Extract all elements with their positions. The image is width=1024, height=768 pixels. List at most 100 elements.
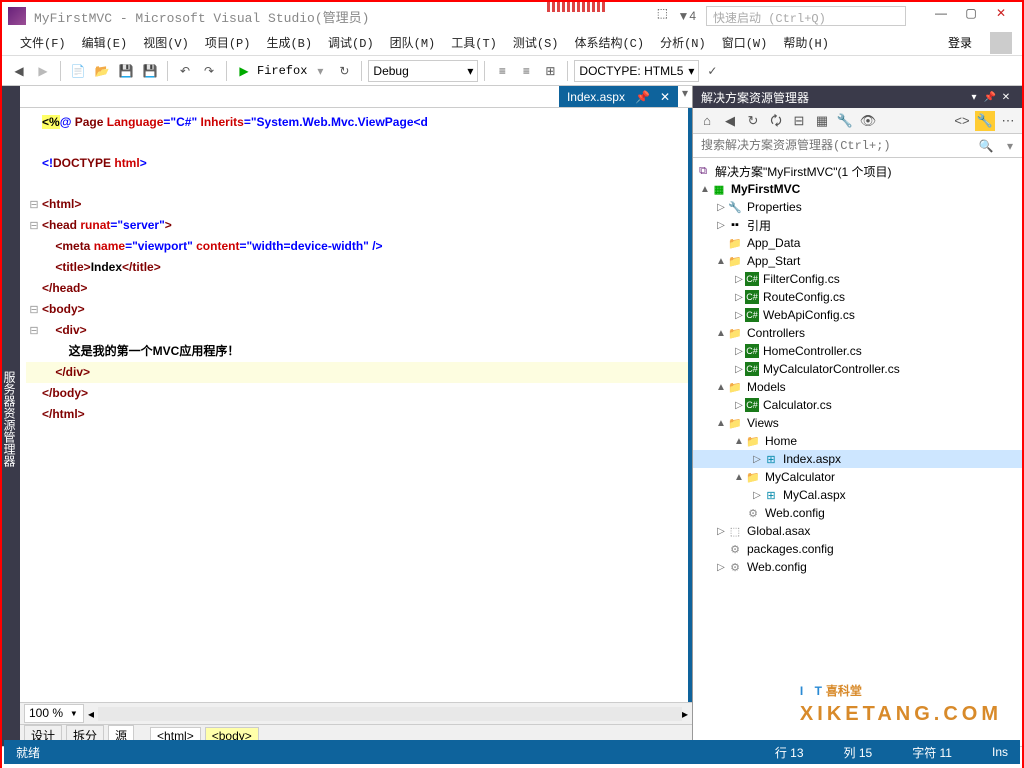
hscrollbar[interactable]: [98, 707, 682, 721]
tb-wrench-icon[interactable]: 🔧: [975, 111, 995, 131]
node-webconfig[interactable]: ▷⚙Web.config: [693, 558, 1022, 576]
menu-help[interactable]: 帮助(H): [775, 30, 837, 55]
tb-sync-icon[interactable]: ↻: [743, 111, 763, 131]
node-views[interactable]: ▲📁Views: [693, 414, 1022, 432]
new-project-button[interactable]: 📄: [67, 60, 89, 82]
redo-button[interactable]: ↷: [198, 60, 220, 82]
tab-close-icon[interactable]: ✕: [660, 90, 670, 104]
node-filterconfig[interactable]: ▷C#FilterConfig.cs: [693, 270, 1022, 288]
nav-forward-button[interactable]: ▶: [32, 60, 54, 82]
node-homecontroller[interactable]: ▷C#HomeController.cs: [693, 342, 1022, 360]
fold-toggle[interactable]: ⊟: [26, 321, 42, 341]
tb-back-icon[interactable]: ◀: [720, 111, 740, 131]
tb-code-icon[interactable]: <>: [952, 111, 972, 131]
menu-view[interactable]: 视图(V): [135, 30, 197, 55]
node-mycalculator[interactable]: ▲📁MyCalculator: [693, 468, 1022, 486]
tab-list-dropdown[interactable]: ▾: [678, 86, 692, 107]
tab-index-aspx[interactable]: Index.aspx 📌 ✕: [559, 86, 678, 107]
open-file-button[interactable]: 📂: [91, 60, 113, 82]
node-calculator[interactable]: ▷C#Calculator.cs: [693, 396, 1022, 414]
save-all-button[interactable]: 💾: [139, 60, 161, 82]
menu-team[interactable]: 团队(M): [382, 30, 444, 55]
user-avatar-icon[interactable]: [990, 32, 1012, 54]
node-webapiconfig[interactable]: ▷C#WebApiConfig.cs: [693, 306, 1022, 324]
menu-build[interactable]: 生成(B): [258, 30, 320, 55]
node-models[interactable]: ▲📁Models: [693, 378, 1022, 396]
node-calccontroller[interactable]: ▷C#MyCalculatorController.cs: [693, 360, 1022, 378]
quick-launch-input[interactable]: 快速启动 (Ctrl+Q): [706, 6, 906, 26]
node-global-asax[interactable]: ▷⬚Global.asax: [693, 522, 1022, 540]
solution-search-input[interactable]: [693, 135, 974, 157]
menu-project[interactable]: 项目(P): [197, 30, 259, 55]
menu-tools[interactable]: 工具(T): [443, 30, 505, 55]
node-controllers[interactable]: ▲📁Controllers: [693, 324, 1022, 342]
menu-arch[interactable]: 体系结构(C): [566, 30, 652, 55]
uncomment-button[interactable]: ≡: [515, 60, 537, 82]
comment-button[interactable]: ≡: [491, 60, 513, 82]
scroll-left[interactable]: ◂: [88, 707, 98, 721]
menu-debug[interactable]: 调试(D): [320, 30, 382, 55]
status-char: 字符 11: [912, 744, 952, 761]
format-button[interactable]: ⊞: [539, 60, 561, 82]
project-node[interactable]: ▲▦MyFirstMVC: [693, 180, 1022, 198]
vs-logo-icon: [8, 7, 26, 25]
sign-in-button[interactable]: 登录: [938, 30, 982, 55]
undo-button[interactable]: ↶: [174, 60, 196, 82]
scroll-right[interactable]: ▸: [682, 707, 692, 721]
close-button[interactable]: ✕: [986, 6, 1016, 26]
validate-button[interactable]: ✓: [701, 60, 723, 82]
solution-root[interactable]: ⧉解决方案"MyFirstMVC"(1 个项目): [693, 162, 1022, 180]
node-packages-config[interactable]: ⚙packages.config: [693, 540, 1022, 558]
node-mycal-aspx[interactable]: ▷⊞MyCal.aspx: [693, 486, 1022, 504]
tb-home-icon[interactable]: ⌂: [697, 111, 717, 131]
pin-panel-icon[interactable]: 📌: [982, 92, 998, 103]
node-appdata[interactable]: 📁App_Data: [693, 234, 1022, 252]
start-debug-button[interactable]: ▶: [233, 60, 255, 82]
server-explorer-tab[interactable]: 服务器资源管理器: [0, 92, 20, 746]
node-webconfig-views[interactable]: ⚙Web.config: [693, 504, 1022, 522]
menu-test[interactable]: 测试(S): [505, 30, 567, 55]
menu-window[interactable]: 窗口(W): [714, 30, 776, 55]
code-editor[interactable]: <%@ Page Language="C#" Inherits="System.…: [20, 108, 692, 702]
browser-label[interactable]: Firefox: [257, 64, 307, 78]
panel-dropdown-icon[interactable]: ▾: [966, 92, 982, 103]
search-options-icon[interactable]: ▾: [998, 139, 1022, 153]
node-index-aspx[interactable]: ▷⊞Index.aspx: [693, 450, 1022, 468]
close-panel-icon[interactable]: ✕: [998, 92, 1014, 103]
pin-icon[interactable]: 📌: [635, 90, 650, 104]
minimize-button[interactable]: —: [926, 6, 956, 26]
node-references[interactable]: ▷▪▪引用: [693, 216, 1022, 234]
editor-zoom-bar: 100 % ▾ ◂ ▸: [20, 702, 692, 724]
doctype-select[interactable]: DOCTYPE: HTML5▾: [574, 60, 699, 82]
tb-more-icon[interactable]: ⋯: [998, 111, 1018, 131]
menu-edit[interactable]: 编辑(E): [74, 30, 136, 55]
tb-preview-icon[interactable]: 👁: [858, 111, 878, 131]
maximize-button[interactable]: ▢: [956, 6, 986, 26]
fold-toggle[interactable]: ⊟: [26, 195, 42, 215]
tb-properties-icon[interactable]: 🔧: [835, 111, 855, 131]
node-appstart[interactable]: ▲📁App_Start: [693, 252, 1022, 270]
save-button[interactable]: 💾: [115, 60, 137, 82]
search-icon[interactable]: 🔍: [974, 139, 998, 153]
notification-badge[interactable]: ▼4: [677, 9, 696, 23]
solution-toolbar: ⌂ ◀ ↻ 🗘 ⊟ ▦ 🔧 👁 <> 🔧 ⋯: [693, 108, 1022, 134]
notifications-icon[interactable]: ⬚: [647, 6, 677, 26]
nav-back-button[interactable]: ◀: [8, 60, 30, 82]
refresh-button[interactable]: ↻: [333, 60, 355, 82]
left-toolwindows: 服务器资源管理器 工具箱: [2, 86, 20, 746]
menu-analyze[interactable]: 分析(N): [652, 30, 714, 55]
node-routeconfig[interactable]: ▷C#RouteConfig.cs: [693, 288, 1022, 306]
tb-collapse-icon[interactable]: ⊟: [789, 111, 809, 131]
node-home[interactable]: ▲📁Home: [693, 432, 1022, 450]
browser-dropdown[interactable]: ▾: [309, 60, 331, 82]
tb-showall-icon[interactable]: ▦: [812, 111, 832, 131]
config-select[interactable]: Debug▾: [368, 60, 478, 82]
document-tabs: Index.aspx 📌 ✕ ▾: [20, 86, 692, 108]
menu-file[interactable]: 文件(F): [12, 30, 74, 55]
zoom-input[interactable]: 100 % ▾: [24, 704, 84, 723]
node-properties[interactable]: ▷🔧Properties: [693, 198, 1022, 216]
status-ready: 就绪: [16, 744, 40, 761]
tb-refresh-icon[interactable]: 🗘: [766, 111, 786, 131]
fold-toggle[interactable]: ⊟: [26, 216, 42, 236]
fold-toggle[interactable]: ⊟: [26, 300, 42, 320]
